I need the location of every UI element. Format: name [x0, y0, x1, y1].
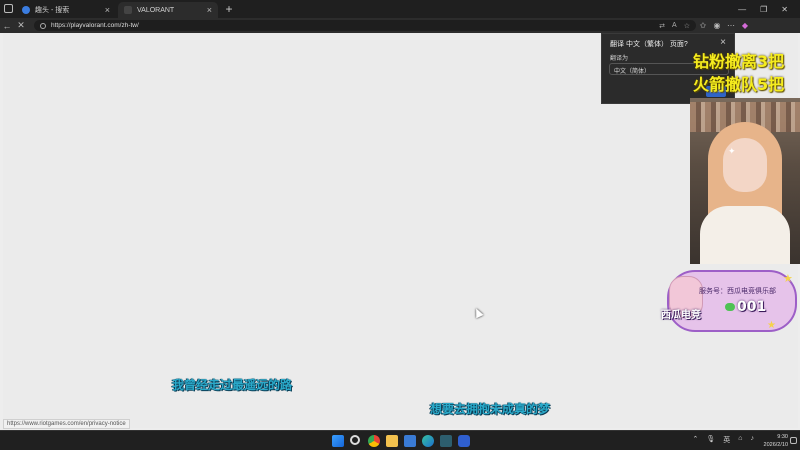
chevron-up-icon[interactable]: ⌃: [693, 435, 699, 445]
tab-search[interactable]: 趣头 - 搜索 ×: [16, 2, 116, 18]
translate-to-label: 翻译为: [610, 56, 629, 62]
valorant-tab-icon: [124, 6, 132, 14]
favorites-icon[interactable]: ✩: [696, 21, 710, 30]
microphone-icon[interactable]: 🎙: [706, 435, 715, 445]
overlay-line: 钻粉撤离3把: [693, 52, 785, 71]
badge-club-text: 服务号：西瓜电竞俱乐部: [699, 287, 776, 295]
tab-title: VALORANT: [137, 6, 175, 14]
webcam-feed: ✦: [690, 98, 800, 264]
start-icon[interactable]: [332, 435, 344, 447]
read-aloud-icon[interactable]: A: [672, 22, 677, 30]
toolbar: ← ✕ https://playvalorant.com/zh-tw/ ⇄ A …: [0, 18, 800, 33]
badge-number: 001: [737, 299, 767, 315]
edge-icon[interactable]: [422, 435, 434, 447]
badge-name: 西瓜电竞: [661, 310, 701, 321]
clock-date: 2026/2/10: [763, 442, 788, 448]
more-menu-icon[interactable]: ⋯: [724, 21, 738, 30]
sidebar-toggle-icon[interactable]: [4, 4, 13, 13]
star-icon: ★: [767, 320, 776, 331]
new-tab-button[interactable]: +: [222, 2, 236, 16]
notification-icon[interactable]: [790, 437, 797, 444]
volume-icon[interactable]: ♪: [751, 435, 755, 445]
window-controls: — ❐ ✕: [738, 5, 800, 14]
site-info-icon[interactable]: [40, 22, 46, 29]
star-icon: ★: [783, 273, 793, 285]
taskbar: ⌃ 🎙 英 ⌂ ♪ 9:30 2026/2/10: [0, 430, 800, 450]
translate-icon[interactable]: ⇄: [659, 22, 665, 30]
app-icon[interactable]: [440, 435, 452, 447]
chat-bubble-icon: [725, 303, 735, 311]
close-icon[interactable]: ×: [105, 5, 110, 15]
favorite-star-icon[interactable]: ☆: [684, 22, 690, 30]
clock[interactable]: 9:30 2026/2/10: [764, 433, 788, 449]
back-icon[interactable]: ←: [0, 21, 14, 31]
network-icon[interactable]: ⌂: [738, 435, 742, 445]
tab-valorant[interactable]: VALORANT ×: [118, 2, 218, 18]
close-window-button[interactable]: ✕: [781, 5, 788, 14]
lyric-line: 我曾经走过最遥远的路: [172, 378, 293, 392]
status-url-bubble: https://www.riotgames.com/en/privacy-not…: [3, 419, 130, 429]
file-explorer-icon[interactable]: [386, 435, 398, 447]
overlay-line: 火箭撤队5把: [693, 75, 785, 94]
stop-loading-icon[interactable]: ✕: [14, 20, 28, 31]
tab-bar: 趣头 - 搜索 × VALORANT × + — ❐ ✕: [0, 0, 800, 18]
copilot-icon[interactable]: ◆: [738, 21, 752, 30]
stream-badge: 服务号：西瓜电竞俱乐部 西瓜电竞 001 ★ ★: [659, 264, 799, 336]
app-icon[interactable]: [458, 435, 470, 447]
close-icon[interactable]: ×: [207, 5, 212, 15]
chrome-icon[interactable]: [368, 435, 380, 447]
translate-title: 翻译 中文（繁体） 页面?: [610, 41, 688, 48]
search-tab-icon: [22, 6, 30, 14]
sparkle-icon: ✦: [728, 146, 736, 156]
lyric-line: 想要去拥抱未成真的梦: [430, 402, 551, 416]
tab-title: 趣头 - 搜索: [35, 7, 70, 14]
minimize-button[interactable]: —: [738, 5, 746, 14]
app-icon[interactable]: [404, 435, 416, 447]
close-icon[interactable]: ×: [720, 37, 726, 48]
maximize-button[interactable]: ❐: [760, 5, 767, 14]
address-bar[interactable]: https://playvalorant.com/zh-tw/ ⇄ A ☆: [34, 20, 696, 31]
input-language-icon[interactable]: 英: [723, 435, 730, 445]
url-text[interactable]: https://playvalorant.com/zh-tw/: [51, 22, 139, 29]
clock-time: 9:30: [777, 434, 788, 440]
overlay-goal-text: 钻粉撤离3把 火箭撤队5把: [693, 50, 784, 96]
system-tray: ⌃ 🎙 英 ⌂ ♪: [693, 435, 755, 445]
profile-icon[interactable]: ◉: [710, 21, 724, 30]
search-icon[interactable]: [350, 435, 360, 445]
streamer-body: [700, 206, 790, 264]
